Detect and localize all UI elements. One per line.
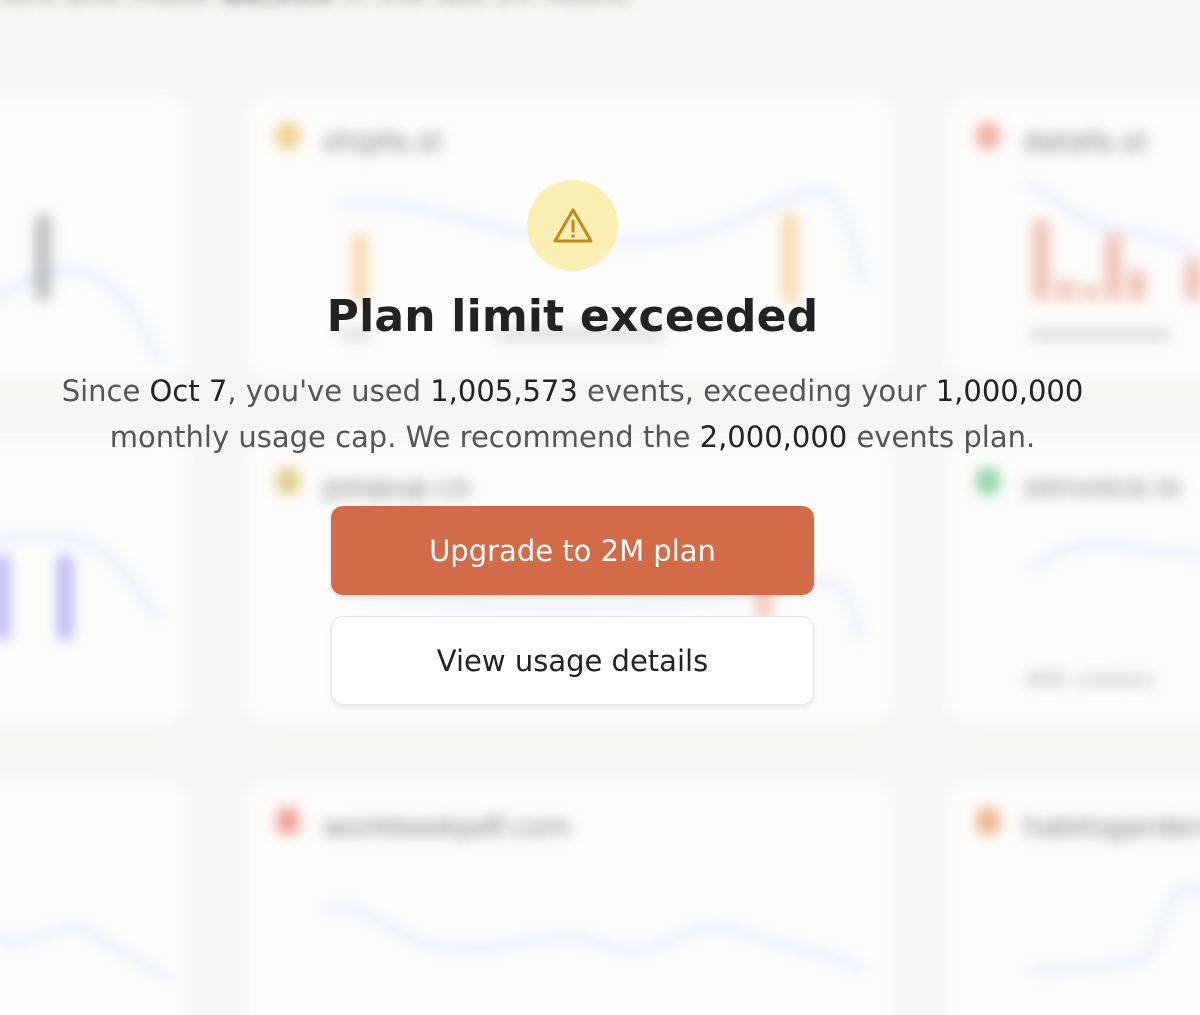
recommended-plan-size: 2,000,000 xyxy=(699,420,848,454)
modal-overlay: Plan limit exceeded Since Oct 7, you've … xyxy=(0,0,1200,1015)
warning-badge xyxy=(527,180,618,271)
usage-cap: 1,000,000 xyxy=(935,374,1084,408)
message-text: monthly usage cap. We recommend the xyxy=(109,420,700,454)
since-date: Oct 7 xyxy=(149,374,228,408)
message-text: Since xyxy=(61,374,150,408)
message-text: events, exceeding your xyxy=(577,374,936,408)
message-text: , you've used xyxy=(227,374,431,408)
upgrade-plan-label: Upgrade to 2M plan xyxy=(429,533,716,568)
events-used-count: 1,005,573 xyxy=(430,374,578,408)
modal-message: Since Oct 7, you've used 1,005,573 event… xyxy=(60,368,1085,460)
view-usage-details-label: View usage details xyxy=(436,643,709,678)
view-usage-details-button[interactable]: View usage details xyxy=(331,616,814,705)
modal-title: Plan limit exceeded xyxy=(326,291,819,342)
warning-triangle-icon xyxy=(553,208,592,242)
message-text: events plan. xyxy=(847,420,1036,454)
app-screen: tors and made $6,515 in the last 24 hour… xyxy=(0,0,1200,1015)
upgrade-plan-button[interactable]: Upgrade to 2M plan xyxy=(331,506,814,595)
